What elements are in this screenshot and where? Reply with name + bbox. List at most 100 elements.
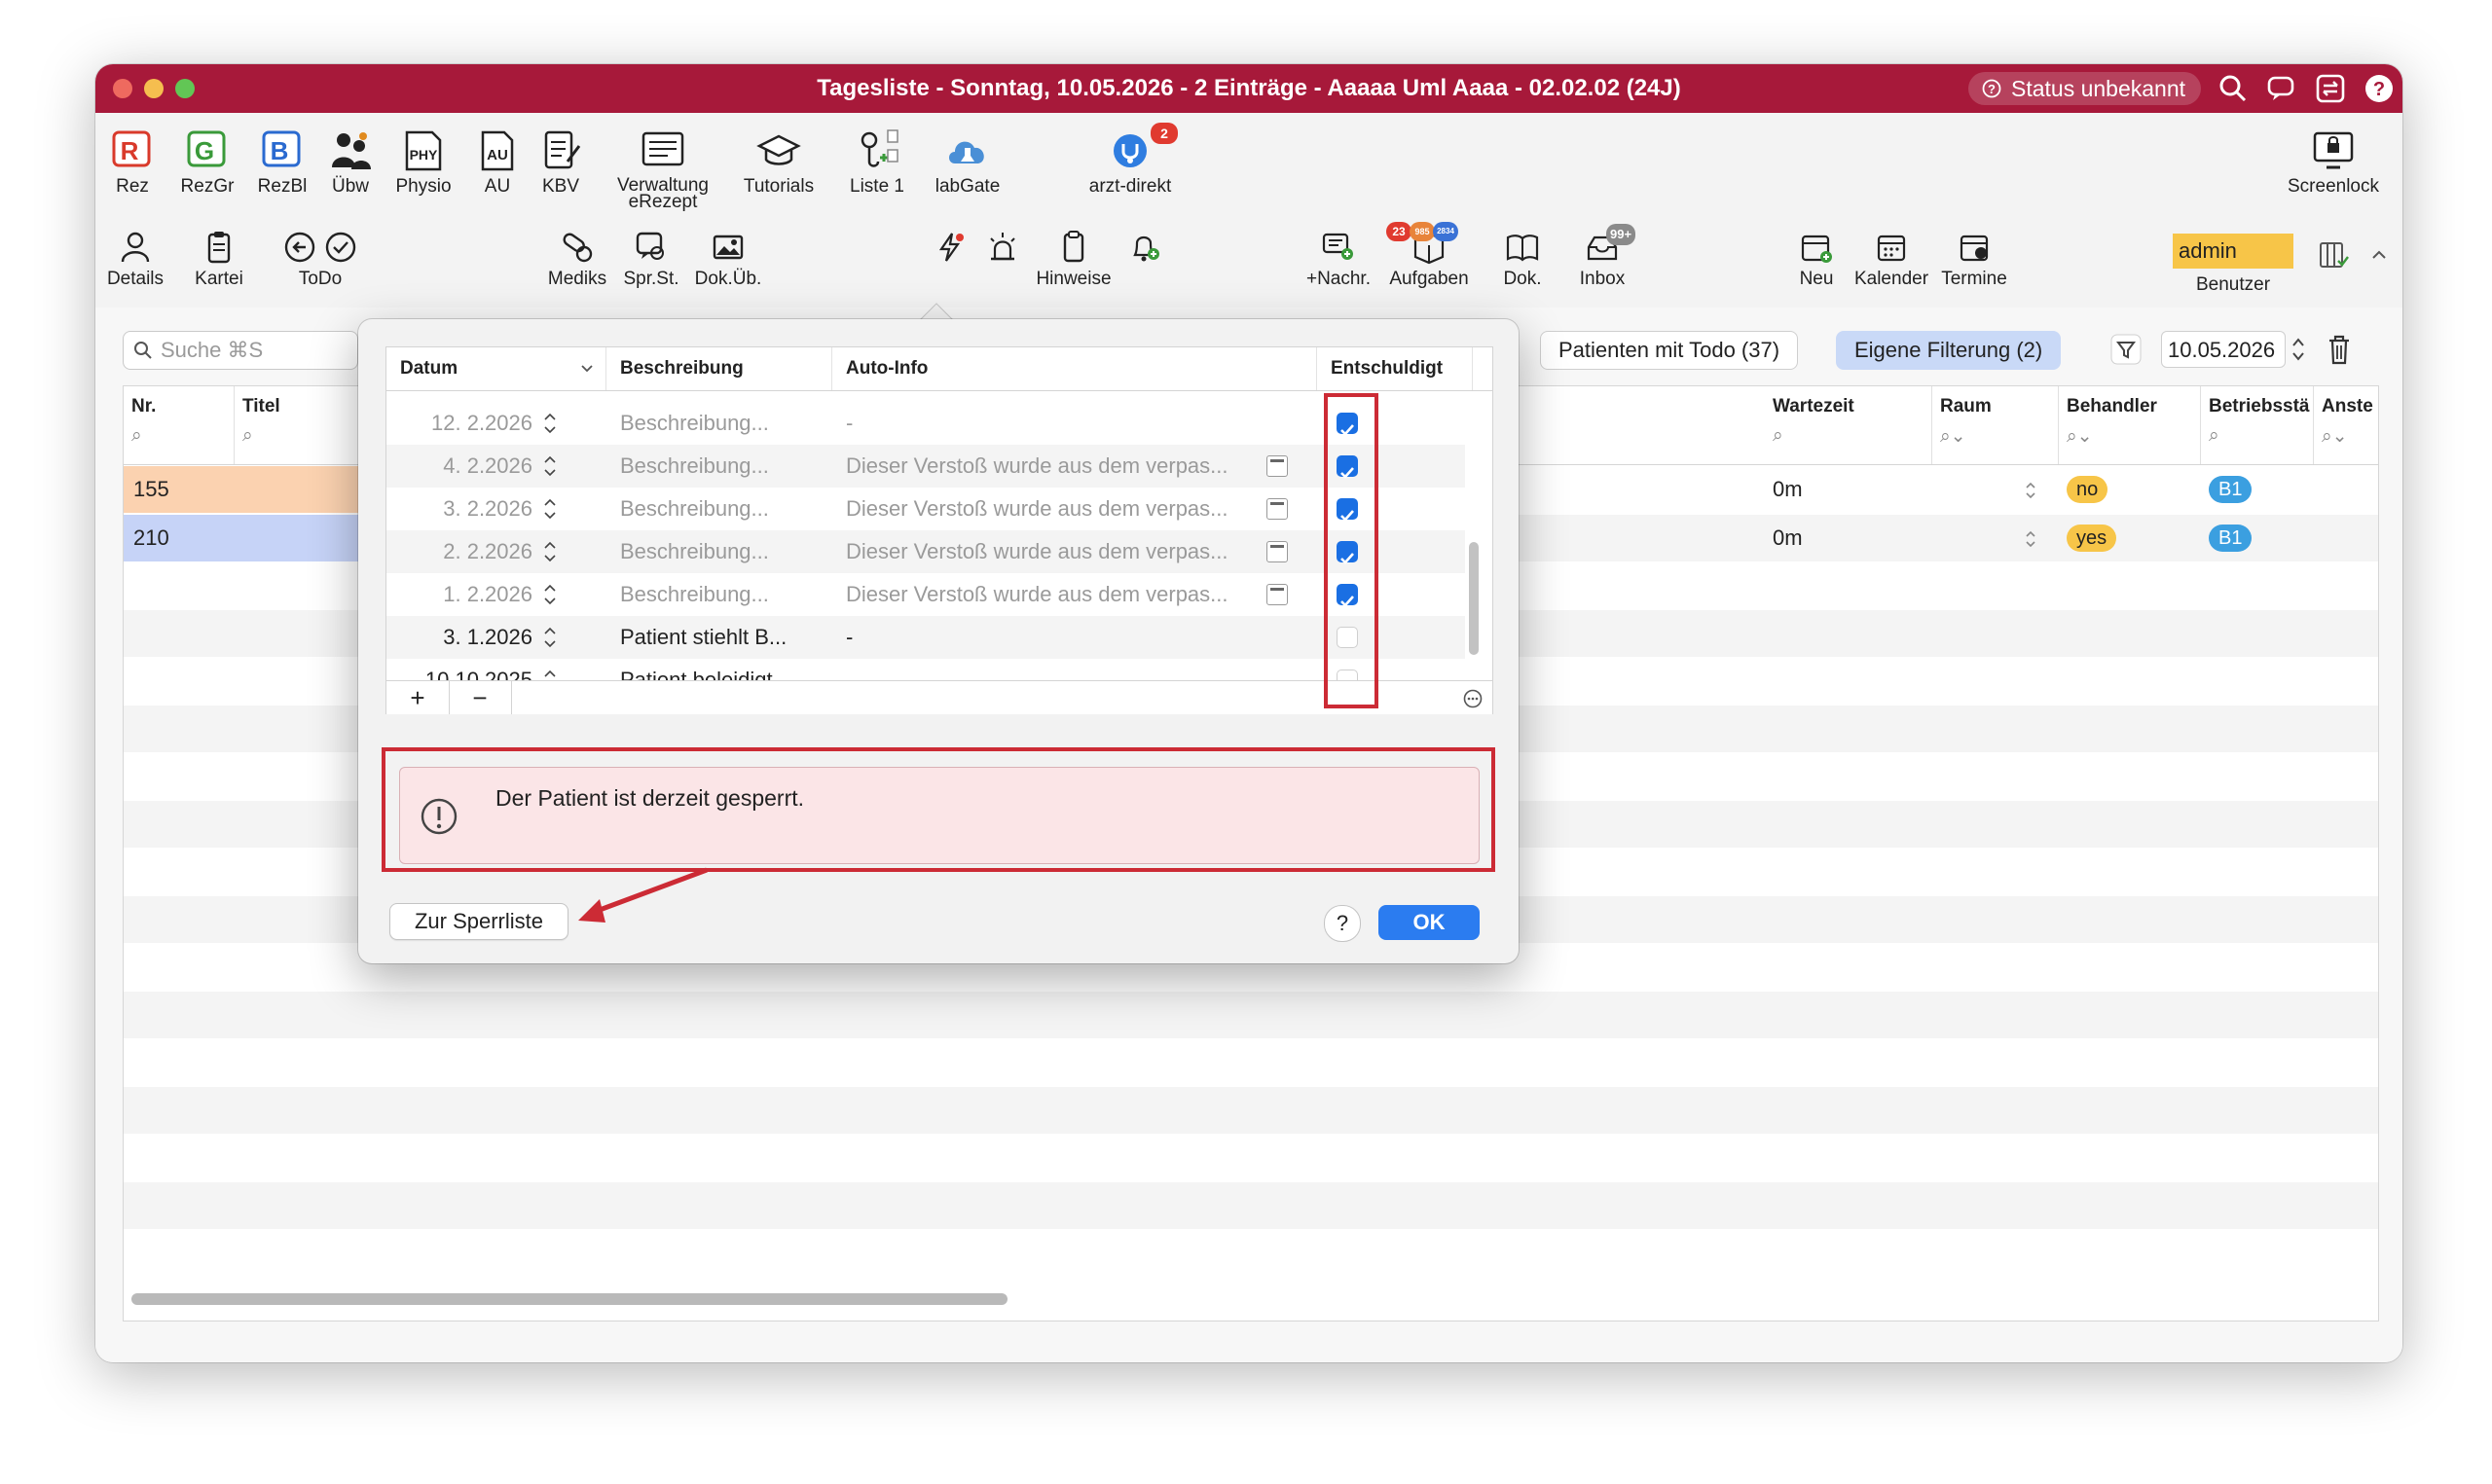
violation-row[interactable]: 1. 2.2026 Beschreibung... Dieser Verstoß… xyxy=(386,573,1465,616)
date-stepper[interactable] xyxy=(542,495,558,523)
tool-dok[interactable]: Dok. xyxy=(1493,230,1552,290)
violation-description[interactable]: Beschreibung... xyxy=(620,530,825,573)
date-stepper[interactable] xyxy=(542,410,558,437)
column-header-ansteller[interactable]: Anste ⌕⌄ xyxy=(2314,386,2378,464)
violation-date[interactable]: 1. 2.2026 xyxy=(404,573,532,616)
search-icon[interactable]: ⌕ xyxy=(131,425,234,447)
calendar-icon[interactable] xyxy=(1266,498,1288,520)
date-stepper[interactable] xyxy=(542,667,558,680)
sperrliste-button[interactable]: Zur Sperrliste xyxy=(389,903,568,940)
search-input[interactable]: Suche ⌘S xyxy=(123,331,358,370)
violation-date[interactable]: 3. 2.2026 xyxy=(404,488,532,530)
tool-physio[interactable]: PHY Physio xyxy=(389,128,458,196)
horizontal-scrollbar[interactable] xyxy=(131,1293,1008,1305)
violation-date[interactable]: 12. 2.2026 xyxy=(404,402,532,445)
search-dropdown-icon[interactable]: ⌕⌄ xyxy=(2067,425,2200,448)
tool-hinweise[interactable]: Hinweise xyxy=(1030,230,1118,290)
violation-row[interactable]: 3. 2.2026 Beschreibung... Dieser Verstoß… xyxy=(386,488,1465,530)
tool-mediks[interactable]: Mediks xyxy=(543,230,611,290)
tool-kalender[interactable]: Kalender xyxy=(1848,230,1935,290)
column-header-raum[interactable]: Raum ⌕⌄ xyxy=(1932,386,2059,464)
collapse-chevron-icon[interactable] xyxy=(2369,245,2389,265)
column-header-beschreibung[interactable]: Beschreibung xyxy=(606,347,832,390)
raum-stepper[interactable] xyxy=(2024,480,2037,501)
column-header-entschuldigt[interactable]: Entschuldigt xyxy=(1317,347,1473,390)
column-header-wartezeit[interactable]: Wartezeit ⌕ xyxy=(1765,386,1932,464)
date-stepper[interactable] xyxy=(2290,333,2307,366)
vertical-scrollbar[interactable] xyxy=(1469,542,1479,655)
tool-erezept[interactable]: Verwaltung eRezept xyxy=(611,128,715,211)
search-dropdown-icon[interactable]: ⌕⌄ xyxy=(2322,425,2378,448)
date-stepper[interactable] xyxy=(542,452,558,480)
tool-rezbl[interactable]: B RezBl xyxy=(251,128,313,196)
tool-details[interactable]: Details xyxy=(101,230,169,290)
help-button[interactable]: ? xyxy=(1324,905,1361,942)
tool-nachricht[interactable]: +Nachr. xyxy=(1301,230,1376,290)
help-icon[interactable]: ? xyxy=(2364,73,2395,104)
column-header-auto-info[interactable]: Auto-Info xyxy=(832,347,1317,390)
violation-description[interactable]: Beschreibung... xyxy=(620,402,825,445)
search-icon[interactable]: ⌕ xyxy=(242,425,360,447)
tool-todo[interactable]: ToDo xyxy=(267,230,374,290)
remove-row-button[interactable]: − xyxy=(449,681,512,714)
search-icon[interactable]: ⌕ xyxy=(1773,425,1931,447)
date-field[interactable]: 10.05.2026 xyxy=(2161,331,2286,368)
violation-date[interactable]: 3. 1.2026 xyxy=(404,616,532,659)
tool-kbv[interactable]: KBV xyxy=(535,128,586,196)
column-header-datum[interactable]: Datum xyxy=(386,347,606,390)
date-stepper[interactable] xyxy=(542,581,558,608)
tool-labgate[interactable]: labGate xyxy=(929,128,1007,196)
violation-description[interactable]: Patient beleidigt... xyxy=(620,659,825,680)
tool-aufgaben[interactable]: Aufgaben 23 985 2834 xyxy=(1380,222,1478,290)
tool-sprst[interactable]: Spr.St. xyxy=(617,230,685,290)
calendar-icon[interactable] xyxy=(1266,455,1288,477)
raum-stepper[interactable] xyxy=(2024,528,2037,550)
alarm-icon[interactable] xyxy=(985,230,1020,265)
violation-row[interactable]: 3. 1.2026 Patient stiehlt B... - xyxy=(386,616,1465,659)
violation-date[interactable]: 4. 2.2026 xyxy=(404,445,532,488)
violation-date[interactable]: 2. 2.2026 xyxy=(404,530,532,573)
column-header-betriebsstaette[interactable]: Betriebsstä ⌕ xyxy=(2201,386,2314,464)
tool-rezgr[interactable]: G RezGr xyxy=(173,128,241,196)
tool-dokueb[interactable]: Dok.Üb. xyxy=(687,230,769,290)
tool-liste[interactable]: Liste 1 xyxy=(841,128,913,196)
trash-icon[interactable] xyxy=(2325,333,2354,366)
lightning-icon[interactable] xyxy=(933,230,968,265)
custom-filter-button[interactable]: Eigene Filterung (2) xyxy=(1836,331,2062,370)
chat-icon[interactable] xyxy=(2266,73,2297,104)
search-icon[interactable]: ⌕ xyxy=(2209,425,2313,447)
search-dropdown-icon[interactable]: ⌕⌄ xyxy=(1940,425,2058,448)
filter-icon[interactable] xyxy=(2110,334,2142,365)
switch-icon[interactable] xyxy=(2315,73,2346,104)
search-icon[interactable] xyxy=(2217,73,2249,104)
tool-neu[interactable]: Neu xyxy=(1791,230,1842,290)
violation-description[interactable]: Patient stiehlt B... xyxy=(620,616,825,659)
violation-row[interactable]: 12. 2.2026 Beschreibung... - xyxy=(386,402,1465,445)
violation-description[interactable]: Beschreibung... xyxy=(620,445,825,488)
violation-date[interactable]: 10.10.2025 xyxy=(404,659,532,680)
calendar-icon[interactable] xyxy=(1266,541,1288,562)
status-badge[interactable]: ? Status unbekannt xyxy=(1968,72,2202,105)
bell-add-icon[interactable] xyxy=(1127,230,1162,265)
calendar-icon[interactable] xyxy=(1266,584,1288,605)
violation-description[interactable]: Beschreibung... xyxy=(620,573,825,616)
more-options-icon[interactable] xyxy=(1463,689,1483,708)
column-header-nr[interactable]: Nr. ⌕ xyxy=(124,386,235,464)
violation-description[interactable]: Beschreibung... xyxy=(620,488,825,530)
add-row-button[interactable]: + xyxy=(386,681,450,714)
tool-au[interactable]: AU AU xyxy=(473,128,522,196)
date-stepper[interactable] xyxy=(542,538,558,565)
columns-icon[interactable] xyxy=(2317,237,2352,272)
date-stepper[interactable] xyxy=(542,624,558,651)
tool-rez[interactable]: R Rez xyxy=(105,128,160,196)
column-header-behandler[interactable]: Behandler ⌕⌄ xyxy=(2059,386,2201,464)
todo-filter-button[interactable]: Patienten mit Todo (37) xyxy=(1540,331,1799,370)
tool-tutorials[interactable]: Tutorials xyxy=(734,128,824,196)
tool-arzt-direkt[interactable]: arzt-direkt 2 xyxy=(1077,123,1184,196)
user-field[interactable]: admin xyxy=(2173,234,2293,269)
tool-uebw[interactable]: Übw xyxy=(323,128,378,196)
tool-screenlock[interactable]: Screenlock xyxy=(2280,128,2387,196)
tool-termine[interactable]: Termine xyxy=(1935,230,2013,290)
violation-row[interactable]: 4. 2.2026 Beschreibung... Dieser Verstoß… xyxy=(386,445,1465,488)
violation-row[interactable]: 2. 2.2026 Beschreibung... Dieser Verstoß… xyxy=(386,530,1465,573)
